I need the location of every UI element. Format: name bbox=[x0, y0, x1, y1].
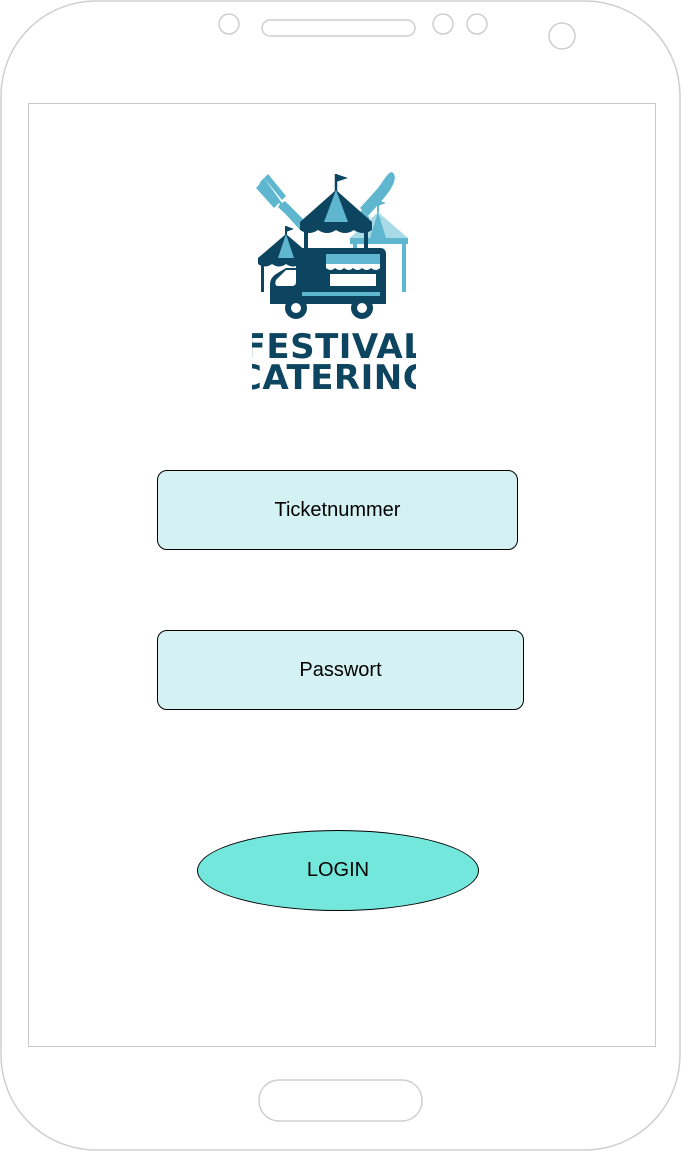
password-input[interactable]: Passwort bbox=[157, 630, 524, 710]
front-camera-icon bbox=[548, 22, 576, 50]
sensor-dot-icon bbox=[432, 13, 454, 35]
login-button-label: LOGIN bbox=[306, 859, 370, 881]
sensor-dot-icon bbox=[466, 13, 488, 35]
password-placeholder: Passwort bbox=[299, 658, 382, 681]
phone-mockup: FESTIVAL CATERING Ticketnummer Passwort … bbox=[0, 0, 681, 1151]
sensor-dot-icon bbox=[218, 13, 240, 35]
login-button[interactable]: LOGIN bbox=[197, 830, 479, 911]
ticket-number-input[interactable]: Ticketnummer bbox=[157, 470, 518, 550]
festival-catering-logo: FESTIVAL CATERING bbox=[252, 172, 416, 392]
logo-title-line2: CATERING bbox=[252, 358, 416, 392]
home-button bbox=[258, 1079, 423, 1122]
ticket-number-placeholder: Ticketnummer bbox=[274, 498, 401, 521]
speaker-grille bbox=[261, 19, 416, 37]
